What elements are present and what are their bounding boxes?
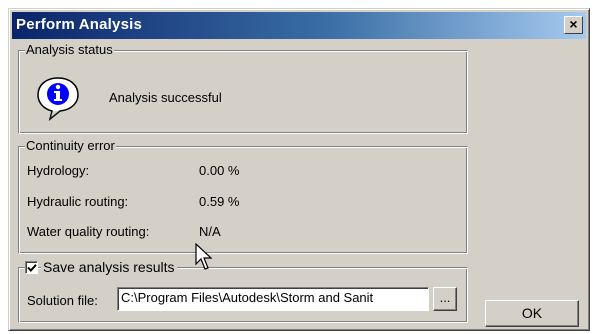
- analysis-status-legend: Analysis status: [25, 42, 114, 58]
- ok-button[interactable]: OK: [485, 300, 579, 327]
- close-icon: ×: [569, 16, 578, 32]
- title-bar[interactable]: Perform Analysis ×: [12, 12, 586, 39]
- mouse-pointer-icon: [195, 243, 213, 270]
- ok-button-label: OK: [521, 305, 543, 321]
- solution-file-input[interactable]: C:\Program Files\Autodesk\Storm and Sani…: [117, 287, 429, 311]
- analysis-status-group: Analysis status Analysis successful: [18, 42, 468, 134]
- save-results-group: Save analysis results Solution file: C:\…: [18, 259, 468, 323]
- hydraulic-routing-value: 0.59 %: [199, 194, 240, 209]
- info-icon: [37, 77, 79, 121]
- hydrology-label: Hydrology:: [27, 163, 90, 178]
- hydraulic-routing-label: Hydraulic routing:: [27, 194, 129, 209]
- analysis-status-message: Analysis successful: [109, 90, 222, 105]
- dialog-title: Perform Analysis: [16, 16, 143, 33]
- close-button[interactable]: ×: [564, 16, 583, 34]
- save-results-label[interactable]: Save analysis results: [41, 259, 177, 275]
- browse-button-label: ...: [439, 290, 451, 305]
- perform-analysis-dialog: Perform Analysis × Analysis status Analy…: [8, 8, 590, 331]
- continuity-error-legend: Continuity error: [25, 138, 116, 154]
- continuity-error-group: Continuity error Hydrology: 0.00 % Hydra…: [18, 138, 468, 254]
- water-quality-routing-label: Water quality routing:: [27, 224, 150, 239]
- solution-file-label: Solution file:: [27, 293, 98, 308]
- hydrology-value: 0.00 %: [199, 163, 240, 178]
- save-results-checkbox[interactable]: [25, 261, 38, 274]
- browse-button[interactable]: ...: [433, 287, 457, 311]
- checkmark-icon: [27, 264, 37, 272]
- water-quality-routing-value: N/A: [199, 224, 221, 239]
